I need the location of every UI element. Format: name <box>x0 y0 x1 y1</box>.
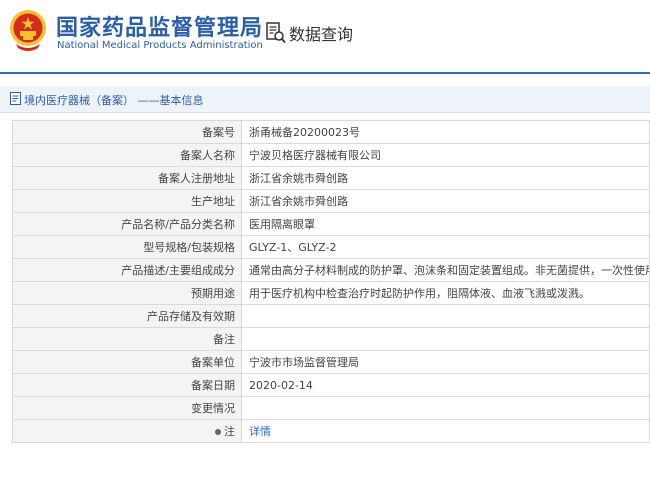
row-value <box>241 327 650 351</box>
table-row: 型号规格/包装规格 GLYZ-1、GLYZ-2 <box>12 235 650 259</box>
row-label: 产品描述/主要组成成分 <box>12 258 242 282</box>
row-label: 备案单位 <box>12 350 242 374</box>
table-row: 产品名称/产品分类名称 医用隔离眼罩 <box>12 212 650 236</box>
row-value: 宁波贝格医疗器械有限公司 <box>241 143 650 167</box>
table-row: 备案人名称 宁波贝格医疗器械有限公司 <box>12 143 650 167</box>
site-subtitle: National Medical Products Administration <box>57 40 263 51</box>
table-row: 生产地址 浙江省余姚市舜创路 <box>12 189 650 213</box>
table-row: 备注 <box>12 327 650 351</box>
row-value <box>241 396 650 420</box>
note-label-cell: 注 <box>12 419 242 443</box>
row-label: 生产地址 <box>12 189 242 213</box>
national-emblem-icon <box>10 10 46 51</box>
table-row: 备案日期 2020-02-14 <box>12 373 650 397</box>
table-row: 备案人注册地址 浙江省余姚市舜创路 <box>12 166 650 190</box>
row-value: GLYZ-1、GLYZ-2 <box>241 235 650 259</box>
row-label: 备案人注册地址 <box>12 166 242 190</box>
note-value-cell: 详情 <box>241 419 650 443</box>
search-document-icon[interactable] <box>266 22 286 44</box>
table-row: 备案号 浙甬械备20200023号 <box>12 120 650 144</box>
row-value: 浙江省余姚市舜创路 <box>241 189 650 213</box>
row-label: 产品存储及有效期 <box>12 304 242 328</box>
breadcrumb: 境内医疗器械（备案） ——基本信息 <box>24 94 204 107</box>
data-query-link[interactable]: 数据查询 <box>289 21 353 45</box>
table-row: 变更情况 <box>12 396 650 420</box>
table-row: 产品存储及有效期 <box>12 304 650 328</box>
row-value: 浙甬械备20200023号 <box>241 120 650 144</box>
row-label: 产品名称/产品分类名称 <box>12 212 242 236</box>
lightbulb-icon <box>215 429 221 435</box>
table-row: 预期用途 用于医疗机构中检查治疗时起防护作用，阻隔体液、血液飞溅或泼溅。 <box>12 281 650 305</box>
note-label: 注 <box>224 425 235 438</box>
row-label: 备案号 <box>12 120 242 144</box>
details-link[interactable]: 详情 <box>249 425 271 438</box>
row-value: 2020-02-14 <box>241 373 650 397</box>
table-row: 产品描述/主要组成成分 通常由高分子材料制成的防护罩、泡沫条和固定装置组成。非无… <box>12 258 650 282</box>
row-value: 浙江省余姚市舜创路 <box>241 166 650 190</box>
row-label: 备案日期 <box>12 373 242 397</box>
table-row: 注 详情 <box>12 419 650 443</box>
row-label: 型号规格/包装规格 <box>12 235 242 259</box>
document-icon <box>10 92 21 105</box>
header-divider <box>0 72 650 74</box>
basic-info-table: 备案号 浙甬械备20200023号 备案人名称 宁波贝格医疗器械有限公司 备案人… <box>12 120 650 443</box>
site-header: 国家药品监督管理局 National Medical Products Admi… <box>0 0 650 72</box>
site-title: 国家药品监督管理局 <box>56 16 264 41</box>
row-value: 医用隔离眼罩 <box>241 212 650 236</box>
row-label: 备注 <box>12 327 242 351</box>
row-label: 变更情况 <box>12 396 242 420</box>
row-value: 用于医疗机构中检查治疗时起防护作用，阻隔体液、血液飞溅或泼溅。 <box>241 281 650 305</box>
row-value: 通常由高分子材料制成的防护罩、泡沫条和固定装置组成。非无菌提供，一次性使用。 <box>241 258 650 282</box>
row-value <box>241 304 650 328</box>
row-label: 预期用途 <box>12 281 242 305</box>
row-label: 备案人名称 <box>12 143 242 167</box>
row-value: 宁波市市场监督管理局 <box>241 350 650 374</box>
table-row: 备案单位 宁波市市场监督管理局 <box>12 350 650 374</box>
